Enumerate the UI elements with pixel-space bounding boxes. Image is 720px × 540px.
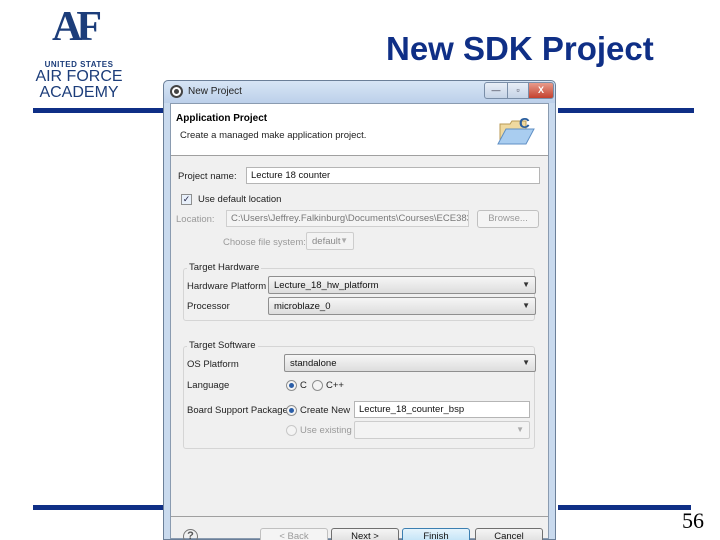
wizard-page-title: Application Project xyxy=(176,113,268,124)
back-button[interactable]: < Back xyxy=(260,528,328,540)
eclipse-app-icon xyxy=(170,85,183,98)
location-input[interactable]: C:\Users\Jeffrey.Falkinburg\Documents\Co… xyxy=(226,210,469,227)
help-icon[interactable]: ? xyxy=(183,529,198,540)
processor-select[interactable]: microblaze_0 ▼ xyxy=(268,297,536,315)
dialog-client-area: Application Project Create a managed mak… xyxy=(170,103,549,540)
processor-label: Processor xyxy=(187,301,230,312)
language-cpp-radio[interactable] xyxy=(312,380,323,391)
location-label: Location: xyxy=(176,214,215,225)
svg-text:C: C xyxy=(519,115,530,132)
project-name-label: Project name: xyxy=(178,171,237,182)
use-default-location-label: Use default location xyxy=(198,194,282,205)
window-title: New Project xyxy=(188,86,242,97)
chevron-down-icon: ▼ xyxy=(516,425,524,434)
language-c-label: C xyxy=(300,380,307,391)
maximize-button[interactable]: ▫ xyxy=(507,82,529,99)
wizard-page-description: Create a managed make application projec… xyxy=(180,130,367,141)
use-default-location-checkbox[interactable]: ✓ xyxy=(181,194,192,205)
language-c-radio[interactable] xyxy=(286,380,297,391)
processor-value: microblaze_0 xyxy=(274,301,331,312)
target-hardware-legend: Target Hardware xyxy=(187,262,262,273)
footer-rule-right xyxy=(558,505,691,510)
cancel-button[interactable]: Cancel xyxy=(475,528,543,540)
project-name-input[interactable]: Lecture 18 counter xyxy=(246,167,540,184)
usafa-logo: AF UNITED STATES AIR FORCE ACADEMY xyxy=(34,6,124,101)
bsp-label: Board Support Package xyxy=(187,405,288,416)
header-rule-right xyxy=(558,108,694,113)
language-label: Language xyxy=(187,380,230,391)
chevron-down-icon: ▼ xyxy=(522,358,530,367)
file-system-select[interactable]: default ▼ xyxy=(306,232,354,250)
new-project-window: New Project — ▫ X Application Project Cr… xyxy=(163,80,556,540)
bsp-use-existing-radio[interactable] xyxy=(286,425,297,436)
footer-separator xyxy=(171,516,548,517)
os-platform-select[interactable]: standalone ▼ xyxy=(284,354,536,372)
browse-button[interactable]: Browse... xyxy=(477,210,539,228)
logo-text-academy: ACADEMY xyxy=(39,84,119,101)
os-platform-label: OS Platform xyxy=(187,359,239,370)
af-logo-mark: AF xyxy=(52,4,102,50)
file-system-label: Choose file system: xyxy=(223,237,306,248)
header-rule-left xyxy=(33,108,166,113)
footer-rule-left xyxy=(33,505,166,510)
target-software-legend: Target Software xyxy=(187,340,258,351)
window-titlebar[interactable]: New Project — ▫ X xyxy=(164,81,555,103)
hardware-platform-label: Hardware Platform xyxy=(187,281,267,292)
finish-button[interactable]: Finish xyxy=(402,528,470,540)
page-number: 56 xyxy=(682,508,704,533)
logo-text-air-force: AIR FORCE xyxy=(35,68,123,85)
hardware-platform-select[interactable]: Lecture_18_hw_platform ▼ xyxy=(268,276,536,294)
close-button[interactable]: X xyxy=(528,82,554,99)
hardware-platform-value: Lecture_18_hw_platform xyxy=(274,280,379,291)
bsp-name-input[interactable]: Lecture_18_counter_bsp xyxy=(354,401,530,418)
bsp-create-new-label: Create New xyxy=(300,405,351,416)
minimize-button[interactable]: — xyxy=(484,82,508,99)
wizard-header: Application Project Create a managed mak… xyxy=(171,104,548,156)
chevron-down-icon: ▼ xyxy=(340,236,348,245)
file-system-value: default xyxy=(312,236,341,247)
slide-title: New SDK Project xyxy=(386,30,654,67)
language-cpp-label: C++ xyxy=(326,380,344,391)
bsp-create-new-radio[interactable] xyxy=(286,405,297,416)
bsp-use-existing-label: Use existing xyxy=(300,425,352,436)
chevron-down-icon: ▼ xyxy=(522,280,530,289)
bsp-existing-select[interactable]: ▼ xyxy=(354,421,530,439)
next-button[interactable]: Next > xyxy=(331,528,399,540)
c-project-folder-icon: C xyxy=(497,115,535,145)
chevron-down-icon: ▼ xyxy=(522,301,530,310)
os-platform-value: standalone xyxy=(290,358,337,369)
